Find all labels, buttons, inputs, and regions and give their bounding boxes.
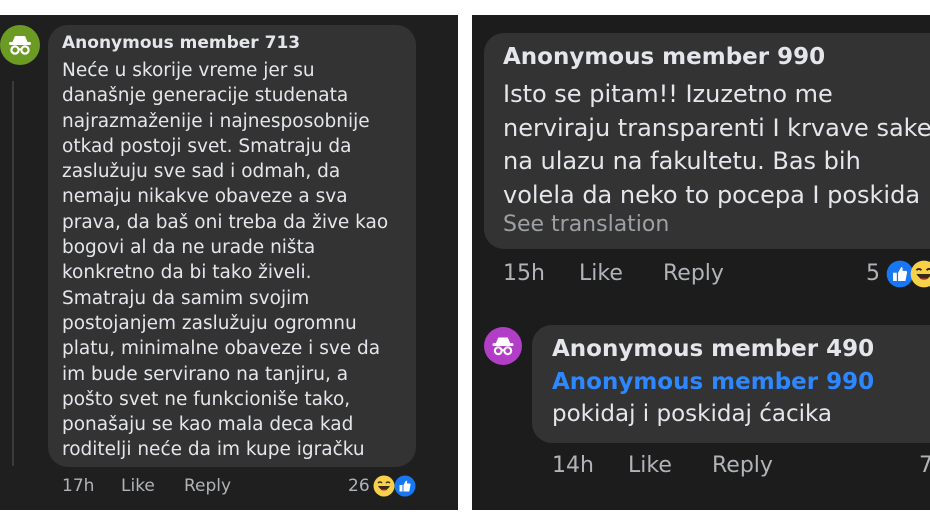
avatar-anonymous-490[interactable] [484,327,522,365]
comment-line: zaslužuju sve sad i odmah, da [62,161,341,183]
reply-button[interactable]: Reply [712,453,773,478]
comment-line: platu, minimalne obaveze i sve da [62,338,381,360]
laughing-emoji-icon[interactable] [910,260,930,288]
comment-line: na ulazu na fakultetu. Bas bih [503,147,861,175]
reply-button[interactable]: Reply [184,476,231,496]
comment-line: Smatraju da samim svojim [62,287,310,309]
comment-text: Neće u skorije vreme jer su današnje gene… [62,58,388,463]
comment-line: današnje generacije studenata [62,85,349,107]
laughing-emoji-icon[interactable] [373,475,395,497]
avatar-anonymous-713[interactable] [0,25,40,65]
reaction-count[interactable]: 26 [348,476,370,496]
comment-line: im bude servirano na tanjiru, a [62,363,349,385]
comment-line: nemaju nikakve obaveze a sva [62,186,348,208]
comment-line: prava, da baš oni treba da žive kao [62,211,389,233]
comment-line: ponašaju se kao mala deca kad [62,414,354,436]
like-button[interactable]: Like [579,261,623,286]
see-translation-link[interactable]: See translation [503,212,669,237]
comment-line: otkad postoji svet. Smatraju da [62,135,352,157]
like-button[interactable]: Like [121,476,155,496]
comment-line: konkretno da bi tako živeli. [62,262,312,284]
comment-line: postojanjem zaslužuju ogromnu [62,312,357,334]
comment-timestamp[interactable]: 17h [62,476,94,496]
reply-timestamp[interactable]: 14h [552,453,594,478]
comment-author[interactable]: Anonymous member 713 [62,33,300,53]
comment-line: Isto se pitam!! Izuzetno me [503,80,833,108]
comment-line: bogovi al da ne urade ništa [62,237,316,259]
comment-line: roditelji neće da im kupe igračku [62,439,365,461]
comment-text: Isto se pitam!! Izuzetno me nerviraju tra… [503,78,930,212]
mention-link[interactable]: Anonymous member 990 [552,369,874,395]
comment-line: volela da neko to pocepa I poskida [503,180,921,209]
incognito-icon [484,327,522,365]
comment-line: nerviraju transparenti I krvave sake [503,113,930,142]
comment-line: pošto svet ne funkcioniše tako, [62,388,351,410]
thread-line [12,81,14,466]
reply-text: pokidaj i poskidaj ćacika [552,401,833,427]
right-screenshot-panel: Anonymous member 990 Isto se pitam!! Izu… [472,15,930,510]
reply-author[interactable]: Anonymous member 490 [552,336,874,362]
like-reaction-icon[interactable] [394,475,416,497]
reaction-count[interactable]: 7 [919,453,930,478]
comment-line: najrazmaženije i najnesposobnije [62,110,370,132]
comment-timestamp[interactable]: 15h [503,261,545,286]
comment-line: Neće u skorije vreme jer su [62,60,315,81]
comment-author[interactable]: Anonymous member 990 [503,44,825,70]
left-screenshot-panel: Anonymous member 713 Neće u skorije vrem… [0,15,458,510]
incognito-icon [0,25,40,65]
reply-button[interactable]: Reply [663,261,724,286]
like-button[interactable]: Like [628,453,672,478]
reaction-count[interactable]: 5 [866,261,880,286]
